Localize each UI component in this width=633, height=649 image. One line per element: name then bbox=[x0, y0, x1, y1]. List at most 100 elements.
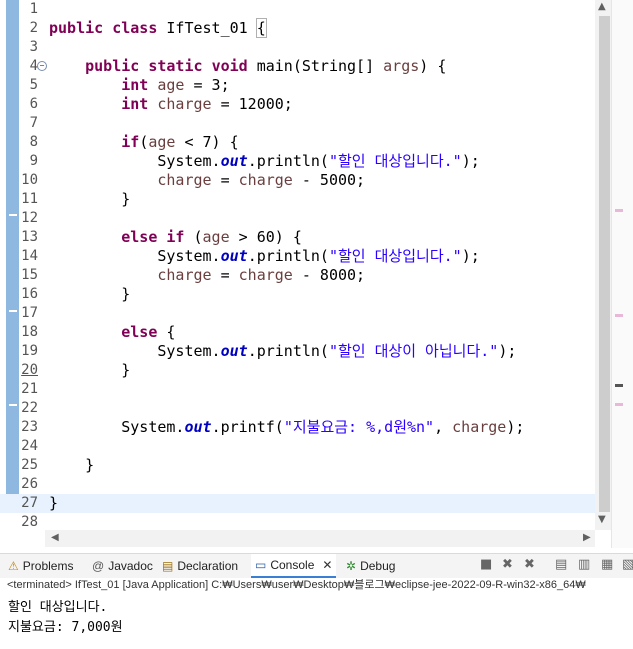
console-icon: ▭ bbox=[255, 558, 267, 572]
code-text[interactable]: } bbox=[49, 361, 130, 380]
code-line[interactable]: 5 int age = 3; bbox=[0, 76, 595, 95]
line-number: 5 bbox=[29, 77, 38, 93]
close-icon[interactable]: ✕ bbox=[322, 558, 332, 572]
code-text[interactable]: } bbox=[49, 456, 94, 475]
code-text[interactable]: System.out.println("할인 대상이 아닙니다."); bbox=[49, 342, 516, 361]
code-text[interactable]: charge = charge - 8000; bbox=[49, 266, 365, 285]
code-line[interactable]: 26 bbox=[0, 475, 595, 494]
code-text[interactable]: else if (age > 60) { bbox=[49, 228, 302, 247]
clear-console-icon[interactable]: ▤ bbox=[555, 557, 567, 572]
code-line[interactable]: 11 } bbox=[0, 190, 595, 209]
tab-label: Console bbox=[270, 558, 315, 572]
line-number: 4 bbox=[29, 58, 38, 74]
overview-mark[interactable] bbox=[615, 403, 623, 406]
line-number: 3 bbox=[29, 39, 38, 55]
console-output-line[interactable]: 지불요금: 7,000원 bbox=[8, 616, 123, 635]
code-text[interactable]: if(age < 7) { bbox=[49, 133, 238, 152]
javadoc-icon: @ bbox=[92, 559, 105, 573]
tab-declaration[interactable]: ▤ Declaration bbox=[162, 554, 238, 578]
pin-console-icon[interactable]: ▧ bbox=[622, 557, 633, 572]
code-text[interactable]: else { bbox=[49, 323, 175, 342]
code-line[interactable]: 15 charge = charge - 8000; bbox=[0, 266, 595, 285]
problems-icon: ⚠ bbox=[8, 559, 19, 573]
line-number: 13 bbox=[21, 229, 38, 245]
code-text[interactable]: int charge = 12000; bbox=[49, 95, 293, 114]
code-line[interactable]: 17 bbox=[0, 304, 595, 323]
code-text[interactable]: System.out.printf("지불요금: %,d원%n", charge… bbox=[49, 418, 524, 437]
overview-mark[interactable] bbox=[615, 384, 623, 387]
code-text[interactable]: } bbox=[49, 285, 130, 304]
line-number: 20 bbox=[21, 362, 38, 378]
scroll-lock-icon[interactable]: ▥ bbox=[578, 557, 590, 572]
tab-label: Debug bbox=[360, 559, 396, 573]
code-line[interactable]: 9 System.out.println("할인 대상입니다."); bbox=[0, 152, 595, 171]
code-line[interactable]: 6 int charge = 12000; bbox=[0, 95, 595, 114]
declaration-icon: ▤ bbox=[162, 559, 174, 573]
overview-mark[interactable] bbox=[615, 209, 623, 212]
overview-ruler[interactable] bbox=[611, 0, 633, 548]
code-line[interactable]: 2 public class IfTest_01 { bbox=[0, 18, 595, 38]
scroll-left-icon[interactable]: ◀ bbox=[51, 532, 59, 543]
code-line[interactable]: 4− public static void main(String[] args… bbox=[0, 57, 595, 76]
overview-mark[interactable] bbox=[615, 314, 623, 317]
line-number: 18 bbox=[21, 324, 38, 340]
line-number: 9 bbox=[29, 153, 38, 169]
code-line[interactable]: 21 bbox=[0, 380, 595, 399]
line-number: 23 bbox=[21, 419, 38, 435]
scroll-down-icon[interactable]: ▼ bbox=[598, 514, 606, 525]
code-text[interactable]: public class IfTest_01 { bbox=[49, 18, 267, 38]
tab-javadoc[interactable]: @ Javadoc bbox=[92, 554, 153, 578]
code-text[interactable]: } bbox=[49, 190, 130, 209]
tab-console[interactable]: ▭ Console ✕ bbox=[251, 554, 337, 578]
line-number: 17 bbox=[21, 305, 38, 321]
code-text[interactable]: } bbox=[49, 494, 58, 513]
code-line[interactable]: 20 } bbox=[0, 361, 595, 380]
scrollbar-thumb[interactable] bbox=[599, 16, 610, 512]
code-line[interactable]: 22 bbox=[0, 399, 595, 418]
code-line[interactable]: 16 } bbox=[0, 285, 595, 304]
code-line[interactable]: 27} bbox=[0, 494, 595, 513]
line-number: 19 bbox=[21, 343, 38, 359]
code-text[interactable]: charge = charge - 5000; bbox=[49, 171, 365, 190]
stop-icon[interactable]: ■ bbox=[480, 557, 492, 572]
code-line[interactable]: 14 System.out.println("할인 대상입니다."); bbox=[0, 247, 595, 266]
code-line[interactable]: 19 System.out.println("할인 대상이 아닙니다."); bbox=[0, 342, 595, 361]
tab-problems[interactable]: ⚠ Problems bbox=[8, 554, 73, 578]
remove-launch-icon[interactable]: ✖ bbox=[502, 557, 513, 572]
code-text[interactable]: int age = 3; bbox=[49, 76, 229, 95]
line-number: 21 bbox=[21, 381, 38, 397]
fold-toggle-icon[interactable]: − bbox=[37, 61, 47, 71]
line-number: 1 bbox=[29, 1, 38, 17]
line-number: 28 bbox=[21, 514, 38, 530]
line-number: 11 bbox=[21, 191, 38, 207]
code-line[interactable]: 7 bbox=[0, 114, 595, 133]
code-line[interactable]: 1 bbox=[0, 0, 595, 19]
code-line[interactable]: 8 if(age < 7) { bbox=[0, 133, 595, 152]
code-line[interactable]: 10 charge = charge - 5000; bbox=[0, 171, 595, 190]
debug-icon: ✲ bbox=[346, 559, 357, 573]
code-line[interactable]: 13 else if (age > 60) { bbox=[0, 228, 595, 247]
code-text[interactable]: public static void main(String[] args) { bbox=[49, 57, 446, 76]
tab-label: Declaration bbox=[177, 559, 239, 573]
console-header: <terminated> IfTest_01 [Java Application… bbox=[7, 579, 586, 591]
scroll-up-icon[interactable]: ▲ bbox=[598, 1, 606, 12]
code-line[interactable]: 24 bbox=[0, 437, 595, 456]
bottom-panel-tabs: ⚠ Problems @ Javadoc ▤ Declaration ▭ Con… bbox=[0, 553, 633, 578]
code-line[interactable]: 23 System.out.printf("지불요금: %,d원%n", cha… bbox=[0, 418, 595, 437]
line-number: 27 bbox=[21, 495, 38, 511]
tab-label: Problems bbox=[22, 559, 74, 573]
remove-all-icon[interactable]: ✖ bbox=[524, 557, 535, 572]
code-text[interactable]: System.out.println("할인 대상입니다."); bbox=[49, 152, 479, 171]
code-line[interactable]: 25 } bbox=[0, 456, 595, 475]
line-number: 16 bbox=[21, 286, 38, 302]
code-line[interactable]: 18 else { bbox=[0, 323, 595, 342]
code-text[interactable]: System.out.println("할인 대상입니다."); bbox=[49, 247, 479, 266]
word-wrap-icon[interactable]: ▦ bbox=[601, 557, 613, 572]
code-line[interactable]: 12 bbox=[0, 209, 595, 228]
code-line[interactable]: 3 bbox=[0, 38, 595, 57]
tab-debug[interactable]: ✲ Debug bbox=[346, 554, 395, 578]
scroll-right-icon[interactable]: ▶ bbox=[583, 532, 591, 543]
horizontal-scrollbar[interactable]: ◀ ▶ bbox=[45, 530, 595, 547]
code-editor[interactable]: 1 2 public class IfTest_01 {3 4− public sta… bbox=[0, 0, 633, 548]
console-output-line[interactable]: 할인 대상입니다. bbox=[8, 596, 107, 615]
